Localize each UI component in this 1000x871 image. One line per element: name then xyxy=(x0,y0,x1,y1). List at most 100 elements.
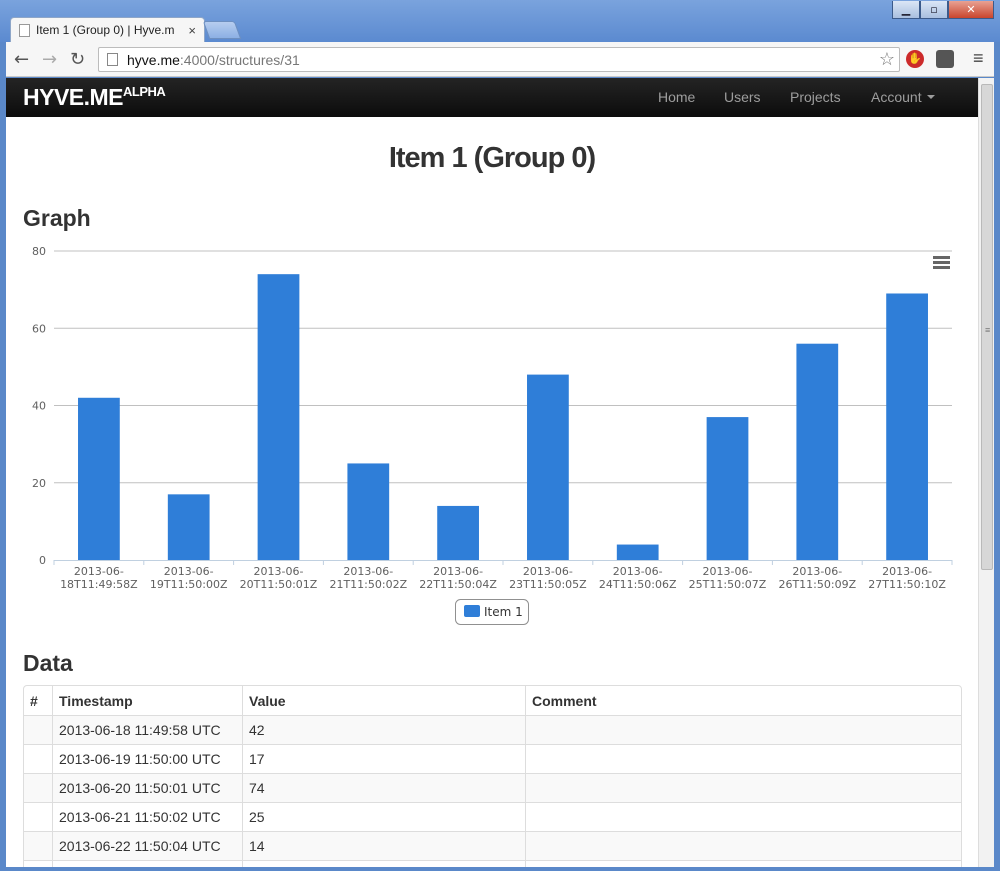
legend-swatch xyxy=(464,605,480,617)
nav-users[interactable]: Users xyxy=(724,89,761,105)
col-comment: Comment xyxy=(525,686,961,715)
chart-bar xyxy=(437,505,479,560)
cell-index xyxy=(24,831,52,860)
table-row: 2013-06-20 11:50:01 UTC 74 xyxy=(24,773,961,802)
chart-bar xyxy=(257,274,300,560)
browser-menu-icon[interactable]: ≡ xyxy=(973,48,984,69)
vertical-scrollbar[interactable]: ≡ xyxy=(978,78,994,867)
cell-value: 74 xyxy=(242,773,525,802)
cell-index xyxy=(24,715,52,744)
x-tick-label: 2013-06-25T11:50:07Z xyxy=(689,565,767,591)
maximize-button[interactable]: ▫ xyxy=(920,1,948,19)
cell-timestamp: 2013-06-19 11:50:00 UTC xyxy=(52,744,242,773)
graph-heading: Graph xyxy=(23,205,91,231)
nav-account[interactable]: Account xyxy=(871,89,935,105)
cell-comment xyxy=(525,715,961,744)
back-icon[interactable]: ← xyxy=(14,49,29,70)
cell-value: 14 xyxy=(242,831,525,860)
chart-bar xyxy=(886,293,928,560)
chart-menu-icon xyxy=(933,261,950,264)
cell-timestamp: 2013-06-20 11:50:01 UTC xyxy=(52,773,242,802)
close-window-button[interactable]: ✕ xyxy=(948,1,994,19)
x-tick-label: 2013-06-19T11:50:00Z xyxy=(150,565,228,591)
x-tick-label: 2013-06-18T11:49:58Z xyxy=(60,565,138,591)
page-info-icon xyxy=(107,53,118,66)
forward-icon[interactable]: → xyxy=(42,49,57,70)
brand-logo[interactable]: HYVE.MEALPHA xyxy=(23,84,166,111)
chart-bar xyxy=(78,397,120,560)
chart-bar xyxy=(706,417,749,560)
x-tick-label: 2013-06-20T11:50:01Z xyxy=(240,565,318,591)
window-controls: ▁ ▫ ✕ xyxy=(892,1,994,19)
url-host: hyve.me xyxy=(127,51,180,68)
scroll-grip-icon: ≡ xyxy=(985,325,991,335)
url-path: :4000/structures/31 xyxy=(179,51,300,68)
page-viewport: HYVE.MEALPHA Home Users Projects Account… xyxy=(6,78,978,867)
chart-bar xyxy=(347,463,390,560)
table-row: 2013-06-18 11:49:58 UTC 42 xyxy=(24,715,961,744)
reload-icon[interactable]: ↻ xyxy=(70,49,85,70)
extension-stop-icon[interactable]: ✋ xyxy=(906,50,924,68)
nav-account-label: Account xyxy=(871,89,922,105)
x-tick-label: 2013-06-23T11:50:05Z xyxy=(509,565,587,591)
brand-name: HYVE.ME xyxy=(23,84,124,110)
x-tick-label: 2013-06-26T11:50:09Z xyxy=(778,565,856,591)
cell-index xyxy=(24,773,52,802)
y-tick-label: 80 xyxy=(32,245,46,258)
tab-title: Item 1 (Group 0) | Hyve.m xyxy=(36,23,175,37)
tab-close-icon[interactable]: × xyxy=(188,23,196,38)
brand-badge: ALPHA xyxy=(123,84,166,99)
cell-timestamp: 2013-06-22 11:50:04 UTC xyxy=(52,831,242,860)
table-header-row: # Timestamp Value Comment xyxy=(24,686,961,715)
y-tick-label: 0 xyxy=(39,554,46,567)
browser-toolbar: ← → ↻ hyve.me:4000/structures/31 ☆ ✋ ≡ xyxy=(6,42,994,77)
cell-value: 17 xyxy=(242,744,525,773)
address-bar[interactable]: hyve.me:4000/structures/31 ☆ xyxy=(98,47,900,72)
cell-index xyxy=(24,744,52,773)
chart-bar xyxy=(167,494,210,560)
y-tick-label: 60 xyxy=(32,322,46,335)
cell-timestamp: 2013-06-18 11:49:58 UTC xyxy=(52,715,242,744)
chart-menu-icon xyxy=(933,256,950,259)
chart-bar xyxy=(616,544,659,560)
cell-value: 42 xyxy=(242,715,525,744)
legend-label: Item 1 xyxy=(484,605,523,619)
window-titlebar: ▁ ▫ ✕ Item 1 (Group 0) | Hyve.m × xyxy=(0,0,1000,42)
col-timestamp: Timestamp xyxy=(52,686,242,715)
new-tab-button[interactable] xyxy=(202,21,242,39)
cell-timestamp xyxy=(52,860,242,867)
y-tick-label: 40 xyxy=(32,400,46,413)
cell-value: 25 xyxy=(242,802,525,831)
x-tick-label: 2013-06-27T11:50:10Z xyxy=(868,565,946,591)
x-tick-label: 2013-06-22T11:50:04Z xyxy=(419,565,497,591)
table-row: 2013-06-22 11:50:04 UTC 14 xyxy=(24,831,961,860)
col-index: # xyxy=(30,692,38,709)
nav-projects[interactable]: Projects xyxy=(790,89,841,105)
extension-icon[interactable] xyxy=(936,50,954,68)
cell-value xyxy=(242,860,525,867)
site-navbar: HYVE.MEALPHA Home Users Projects Account xyxy=(6,78,978,117)
cell-comment xyxy=(525,831,961,860)
caret-down-icon xyxy=(926,95,935,99)
minimize-button[interactable]: ▁ xyxy=(892,1,920,19)
x-tick-label: 2013-06-21T11:50:02Z xyxy=(329,565,407,591)
chart-menu-icon xyxy=(933,266,950,269)
col-value: Value xyxy=(242,686,525,715)
table-row xyxy=(24,860,961,867)
bar-chart: 0 20 40 60 80 2013-06-18T11:49:58Z 2013-06-19T… xyxy=(32,245,953,625)
browser-tab[interactable]: Item 1 (Group 0) | Hyve.m × xyxy=(10,17,205,42)
data-table: # Timestamp Value Comment 2013-06-18 11:… xyxy=(23,685,962,867)
cell-index xyxy=(24,860,52,867)
chart-bar xyxy=(527,374,569,560)
nav-home[interactable]: Home xyxy=(658,89,695,105)
cell-comment xyxy=(525,773,961,802)
chart-bar xyxy=(796,343,839,560)
cell-comment xyxy=(525,802,961,831)
bookmark-star-icon[interactable]: ☆ xyxy=(879,49,895,70)
cell-comment xyxy=(525,860,961,867)
table-row: 2013-06-21 11:50:02 UTC 25 xyxy=(24,802,961,831)
data-heading: Data xyxy=(23,650,73,676)
scroll-thumb[interactable]: ≡ xyxy=(981,84,993,570)
cell-timestamp: 2013-06-21 11:50:02 UTC xyxy=(52,802,242,831)
cell-comment xyxy=(525,744,961,773)
